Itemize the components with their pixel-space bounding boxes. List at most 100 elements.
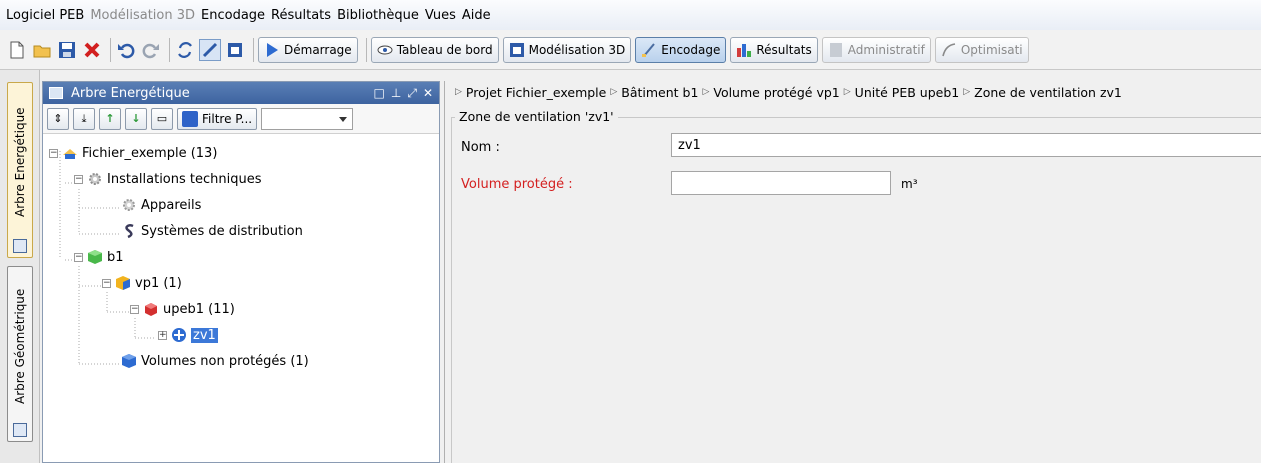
tree-node-appareils[interactable]: Appareils xyxy=(121,195,201,215)
breadcrumb-arrow-icon: ▷ xyxy=(702,87,710,97)
tab-arbre-geometrique[interactable]: Arbre Géométrique xyxy=(7,266,33,442)
zone-form-group xyxy=(451,117,1261,463)
breadcrumb-arrow-icon: ▷ xyxy=(843,87,851,97)
encodage-button[interactable]: Encodage xyxy=(635,36,727,63)
tree-node-installations[interactable]: − Installations techniques xyxy=(74,169,262,189)
collapse-toggle[interactable]: − xyxy=(130,304,139,314)
expand-all-icon[interactable]: ⇕ xyxy=(47,107,69,130)
collapse-toggle[interactable]: − xyxy=(102,278,111,288)
panel-icon xyxy=(49,87,63,99)
collapse-toggle[interactable]: − xyxy=(49,148,58,158)
panel-title-bar: Arbre Energétique □ ⊥ ⤢ ✕ xyxy=(43,82,439,104)
breadcrumb-zone[interactable]: Zone de ventilation zv1 xyxy=(974,85,1122,100)
expand-toggle[interactable]: + xyxy=(158,330,167,340)
float-icon[interactable]: ⤢ xyxy=(407,86,417,101)
volume-protege-input[interactable] xyxy=(671,171,891,195)
select-tool-icon[interactable] xyxy=(199,38,221,61)
building-cube-icon xyxy=(88,250,102,264)
menu-vues[interactable]: Vues xyxy=(425,8,456,23)
project-icon xyxy=(63,149,77,159)
breadcrumb-unite[interactable]: Unité PEB upeb1 xyxy=(855,85,960,100)
save-icon[interactable] xyxy=(56,39,78,61)
pin-icon[interactable]: ⊥ xyxy=(391,86,401,101)
tree-node-label-selected: zv1 xyxy=(191,327,218,343)
filter-dropdown[interactable] xyxy=(261,107,354,130)
administratif-label: Administratif xyxy=(847,42,925,57)
new-file-icon[interactable] xyxy=(6,39,28,61)
collapse-all-icon[interactable]: ⤓ xyxy=(73,107,95,130)
tree-node-systemes[interactable]: Systèmes de distribution xyxy=(121,221,303,241)
open-folder-icon[interactable] xyxy=(31,39,53,61)
close-icon[interactable]: ✕ xyxy=(423,86,433,101)
breadcrumb-volume[interactable]: Volume protégé vp1 xyxy=(713,85,839,100)
tree-node-b1[interactable]: − b1 xyxy=(74,247,124,267)
tableau-de-bord-label: Tableau de bord xyxy=(396,42,493,57)
breadcrumb: ▷ Projet Fichier_exemple ▷ Bâtiment b1 ▷… xyxy=(445,81,1261,103)
move-down-icon[interactable]: ↓ xyxy=(125,107,147,130)
breadcrumb-batiment[interactable]: Bâtiment b1 xyxy=(621,85,698,100)
tree-toolbar: ⇕ ⤓ ↑ ↓ ▭ Filtre P... xyxy=(43,104,439,134)
tree-node-label: Installations techniques xyxy=(107,171,262,187)
administratif-button[interactable]: Administratif xyxy=(821,36,931,63)
play-icon xyxy=(267,42,278,57)
breadcrumb-arrow-icon: ▷ xyxy=(963,87,971,97)
detail-panel: ▷ Projet Fichier_exemple ▷ Bâtiment b1 ▷… xyxy=(444,81,1261,463)
nom-input[interactable]: zv1 xyxy=(671,133,1261,157)
ventilation-zone-icon xyxy=(172,328,186,342)
tree-node-label: Fichier_exemple (13) xyxy=(82,145,218,161)
menu-resultats[interactable]: Résultats xyxy=(271,8,331,23)
energy-tree: − Fichier_exemple (13) − Installations t… xyxy=(43,134,439,369)
delete-icon[interactable] xyxy=(81,39,103,61)
toolbar-separator xyxy=(365,37,367,62)
menu-encodage[interactable]: Encodage xyxy=(201,8,265,23)
tree-panel-icon xyxy=(13,423,27,437)
filter-button[interactable]: Filtre P... xyxy=(177,107,258,130)
distribution-icon xyxy=(125,224,134,239)
optimisation-button[interactable]: Optimisati xyxy=(934,36,1029,63)
menu-aide[interactable]: Aide xyxy=(462,8,491,23)
demarrage-label: Démarrage xyxy=(284,42,352,57)
arbre-energetique-panel: Arbre Energétique □ ⊥ ⤢ ✕ ⇕ ⤓ ↑ ↓ ▭ Filt… xyxy=(42,81,440,463)
breadcrumb-arrow-icon: ▷ xyxy=(610,87,618,97)
filter-label: Filtre P... xyxy=(202,111,253,126)
tree-node-label: Volumes non protégés (1) xyxy=(141,353,309,369)
demarrage-button[interactable]: Démarrage xyxy=(258,36,358,63)
resultats-button[interactable]: Résultats xyxy=(730,36,818,63)
gear-icon xyxy=(123,199,135,211)
collapse-toggle[interactable]: − xyxy=(74,252,83,262)
panel-title: Arbre Energétique xyxy=(71,85,190,101)
tree-node-vp1[interactable]: − vp1 (1) xyxy=(102,273,182,293)
tab-arbre-energetique-label: Arbre Energétique xyxy=(13,107,27,217)
tree-node-zv1[interactable]: + zv1 xyxy=(158,325,218,345)
tab-arbre-geometrique-label: Arbre Géométrique xyxy=(13,288,27,404)
menu-bibliotheque[interactable]: Bibliothèque xyxy=(337,8,419,23)
menu-modelisation-3d[interactable]: Modélisation 3D xyxy=(90,8,195,23)
refresh-icon[interactable] xyxy=(174,39,196,61)
menu-bar: Logiciel PEB Modélisation 3D Encodage Ré… xyxy=(0,0,1261,30)
undo-icon[interactable] xyxy=(115,39,137,61)
breadcrumb-projet[interactable]: Projet Fichier_exemple xyxy=(466,85,606,100)
rename-icon[interactable]: ▭ xyxy=(151,107,173,130)
nom-label: Nom : xyxy=(461,140,500,155)
modelisation-3d-label: Modélisation 3D xyxy=(528,42,626,57)
tree-node-root[interactable]: − Fichier_exemple (13) xyxy=(49,143,217,163)
optimisation-icon xyxy=(942,42,956,56)
toolbar-separator xyxy=(253,37,254,62)
tree-node-non-proteges[interactable]: Volumes non protégés (1) xyxy=(121,351,309,371)
tree-node-upeb1[interactable]: − upeb1 (11) xyxy=(130,299,235,319)
redo-icon[interactable] xyxy=(140,39,162,61)
window-icon[interactable] xyxy=(224,39,246,61)
unprotected-volume-icon xyxy=(122,354,136,368)
tableau-de-bord-button[interactable]: Tableau de bord xyxy=(370,36,499,63)
minimize-icon[interactable]: □ xyxy=(374,86,385,101)
menu-logiciel-peb[interactable]: Logiciel PEB xyxy=(6,8,84,23)
modelisation-3d-button[interactable]: Modélisation 3D xyxy=(502,36,632,63)
panel-window-controls: □ ⊥ ⤢ ✕ xyxy=(374,86,433,101)
tree-node-label: Appareils xyxy=(141,197,202,213)
tree-node-label: b1 xyxy=(107,249,124,265)
tab-arbre-energetique[interactable]: Arbre Energétique xyxy=(7,82,33,258)
collapse-toggle[interactable]: − xyxy=(74,174,83,184)
encodage-label: Encodage xyxy=(661,42,721,57)
move-up-icon[interactable]: ↑ xyxy=(99,107,121,130)
cube-icon xyxy=(182,110,198,127)
